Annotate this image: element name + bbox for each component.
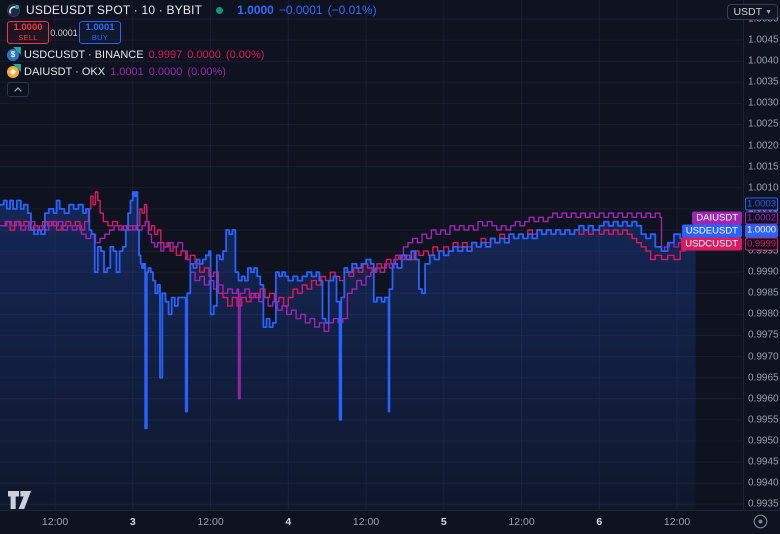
time-tick-label: 6 — [596, 516, 602, 528]
buy-price: 1.0001 — [85, 23, 114, 33]
price-tick-label: 0.9945 — [748, 457, 779, 468]
price-tick-label: 0.9970 — [748, 351, 779, 362]
series-tag-label-usdeusdt: USDEUSDT — [682, 225, 742, 238]
market-status-icon[interactable] — [216, 7, 223, 14]
mini-arrow-icon — [13, 47, 21, 55]
sell-price: 1.0000 — [13, 23, 42, 33]
price-tick-label: 1.0030 — [748, 98, 779, 109]
sell-label: SELL — [18, 33, 38, 42]
price-tick-label: 1.0015 — [748, 161, 779, 172]
last-price-label: 0.9999 — [745, 238, 778, 251]
compare-values: 1.0001 0.0000 (0.00%) — [110, 66, 226, 78]
price-tick-label: 0.9985 — [748, 288, 779, 299]
compare-values: 0.9997 0.0000 (0.00%) — [149, 49, 265, 61]
price-tick-label: 0.9955 — [748, 414, 779, 425]
usdc-coin-icon: $ — [7, 49, 19, 61]
last-price-label: 1.0000 — [745, 225, 778, 238]
price-tick-label: 0.9980 — [748, 309, 779, 320]
compare-change: 0.0000 — [187, 49, 221, 61]
time-tick-label: 12:00 — [197, 516, 223, 528]
price-change: −0.0001 — [279, 3, 323, 17]
series-tag-label-daiusdt: DAIUSDT — [692, 212, 742, 225]
time-tick-label: 4 — [285, 516, 291, 528]
chart-header: USDEUSDT SPOT · 10 · BYBIT 1.0000 −0.000… — [7, 2, 377, 97]
compare-change-percent: (0.00%) — [187, 66, 226, 78]
price-tick-label: 1.0010 — [748, 182, 779, 193]
spread-value: 0.0001 — [49, 28, 79, 38]
compare-change: 0.0000 — [149, 66, 183, 78]
tradingview-logo[interactable] — [8, 491, 32, 509]
compare-last: 1.0001 — [110, 66, 144, 78]
price-tick-label: 0.9965 — [748, 372, 779, 383]
price-tick-label: 0.9935 — [748, 499, 779, 510]
scale-settings-icon[interactable] — [752, 513, 769, 530]
price-tick-label: 0.9990 — [748, 267, 779, 278]
price-tick-label: 1.0040 — [748, 56, 779, 67]
mini-arrow-icon — [13, 64, 21, 72]
time-axis[interactable]: 12:00 3 12:00 4 12:00 5 12:00 6 12:00 — [0, 510, 780, 534]
time-tick-label: 5 — [441, 516, 447, 528]
collapse-legend-button[interactable] — [7, 82, 29, 97]
price-tick-label: 0.9975 — [748, 330, 779, 341]
trade-buttons-row: 1.0000 SELL 0.0001 1.0001 BUY — [7, 21, 377, 44]
price-tick-label: 1.0035 — [748, 77, 779, 88]
time-tick-label: 3 — [130, 516, 136, 528]
time-tick-label: 12:00 — [664, 516, 690, 528]
compare-last: 0.9997 — [149, 49, 183, 61]
price-tick-label: 0.9940 — [748, 478, 779, 489]
trading-chart-app: 1.00501.00451.00401.00351.00301.00251.00… — [0, 0, 780, 534]
compare-symbol-name[interactable]: DAIUSDT · OKX — [24, 66, 105, 78]
price-axis[interactable]: 1.00501.00451.00401.00351.00301.00251.00… — [743, 0, 780, 510]
last-price: 1.0000 — [237, 3, 274, 17]
price-tick-label: 0.9950 — [748, 436, 779, 447]
sell-button[interactable]: 1.0000 SELL — [7, 21, 49, 44]
time-tick-label: 12:00 — [42, 516, 68, 528]
last-price-label: 1.0003 — [745, 198, 778, 211]
time-tick-label: 12:00 — [353, 516, 379, 528]
buy-button[interactable]: 1.0001 BUY — [79, 21, 121, 44]
chevron-up-icon — [14, 87, 22, 92]
symbol-title-row: USDEUSDT SPOT · 10 · BYBIT 1.0000 −0.000… — [7, 2, 377, 18]
currency-label: USDT — [733, 6, 762, 18]
price-tick-label: 1.0025 — [748, 119, 779, 130]
series-tag-label-usdcusdt: USDCUSDT — [681, 238, 742, 251]
price-tick-label: 1.0045 — [748, 35, 779, 46]
price-tick-label: 1.0020 — [748, 140, 779, 151]
series-usdeusdt-area — [0, 192, 696, 510]
symbol-logo-icon — [7, 4, 20, 17]
buy-label: BUY — [92, 33, 108, 42]
price-tick-label: 0.9960 — [748, 393, 779, 404]
symbol-title[interactable]: USDEUSDT SPOT · 10 · BYBIT — [26, 3, 202, 17]
compare-row-usdcusdt[interactable]: $ USDCUSDT · BINANCE 0.9997 0.0000 (0.00… — [7, 48, 377, 61]
last-price-label: 1.0002 — [745, 212, 778, 225]
price-change-percent: (−0.01%) — [328, 3, 377, 17]
chevron-down-icon: ▼ — [765, 9, 772, 16]
dai-coin-icon: ◆ — [7, 66, 19, 78]
time-tick-label: 12:00 — [508, 516, 534, 528]
currency-dropdown-button[interactable]: USDT ▼ — [727, 4, 778, 20]
compare-symbol-name[interactable]: USDCUSDT · BINANCE — [24, 49, 144, 61]
compare-change-percent: (0.00%) — [226, 49, 265, 61]
compare-row-daiusdt[interactable]: ◆ DAIUSDT · OKX 1.0001 0.0000 (0.00%) — [7, 65, 377, 78]
last-price-group: 1.0000 −0.0001 (−0.01%) — [237, 3, 376, 17]
